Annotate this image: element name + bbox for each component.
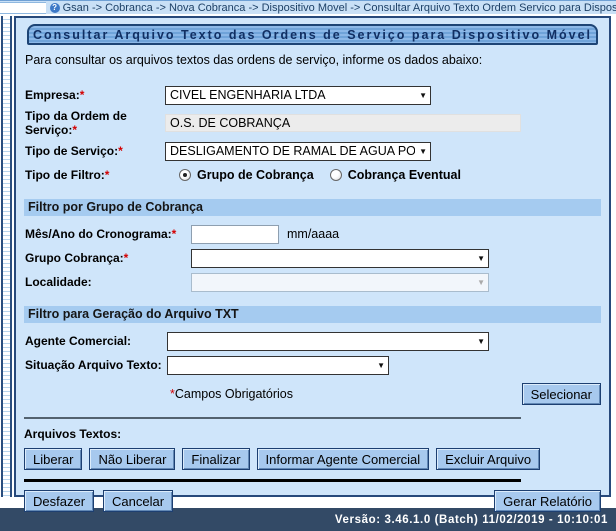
required-marker: * [118, 144, 123, 158]
required-fields-note: *Campos Obrigatórios [170, 387, 293, 401]
page-title: Consultar Arquivo Texto das Ordens de Se… [27, 24, 598, 45]
required-marker: * [80, 88, 85, 102]
arquivos-button-row: Liberar Não Liberar Finalizar Informar A… [24, 448, 602, 470]
chevron-down-icon: ▼ [477, 337, 485, 346]
agente-comercial-label: Agente Comercial: [25, 334, 167, 348]
nao-liberar-button[interactable]: Não Liberar [89, 448, 175, 470]
selecionar-button[interactable]: Selecionar [522, 383, 601, 405]
tipo-filtro-radio-group: Grupo de Cobrança Cobrança Eventual [179, 168, 477, 182]
help-icon[interactable]: ? [50, 3, 60, 13]
gerar-relatorio-button[interactable]: Gerar Relatório [494, 490, 601, 512]
excluir-arquivo-button[interactable]: Excluir Arquivo [436, 448, 540, 470]
agente-comercial-select[interactable]: ▼ [167, 332, 489, 351]
liberar-button[interactable]: Liberar [24, 448, 82, 470]
grupo-cobranca-select[interactable]: ▼ [191, 249, 489, 268]
arquivos-textos-label: Arquivos Textos: [24, 427, 602, 441]
version-text: Versão: 3.46.1.0 (Batch) 11/02/2019 - 10… [335, 514, 608, 526]
breadcrumb[interactable]: Gsan -> Cobranca -> Nova Cobranca -> Dis… [63, 2, 616, 14]
chevron-down-icon: ▼ [477, 254, 485, 263]
divider-thin [24, 417, 521, 419]
tipo-ordem-row: Tipo da Ordem de Serviço:* O.S. DE COBRA… [25, 109, 600, 137]
bottom-button-row: Desfazer Cancelar Gerar Relatório [24, 490, 601, 512]
tipo-ordem-readonly-field: O.S. DE COBRANÇA [165, 114, 521, 132]
cancelar-button[interactable]: Cancelar [103, 490, 173, 512]
empresa-selected-value: CIVEL ENGENHARIA LTDA [170, 88, 326, 102]
tipo-servico-select[interactable]: DESLIGAMENTO DE RAMAL DE AGUA POR ▼ [165, 142, 431, 161]
frame-grip[interactable] [1, 16, 12, 497]
situacao-arquivo-select[interactable]: ▼ [167, 356, 389, 375]
tipo-filtro-row: Tipo de Filtro:* Grupo de Cobrança Cobra… [25, 165, 600, 185]
agente-comercial-row: Agente Comercial: ▼ [25, 331, 600, 351]
chevron-down-icon: ▼ [419, 147, 427, 156]
desfazer-button[interactable]: Desfazer [24, 490, 94, 512]
localidade-select: ▼ [191, 273, 489, 292]
grupo-cobranca-label: Grupo Cobrança:* [25, 251, 191, 265]
intro-text: Para consultar os arquivos textos das or… [25, 53, 600, 67]
radio-grupo-de-cobranca-label: Grupo de Cobrança [197, 168, 314, 182]
mes-ano-input[interactable] [191, 225, 279, 244]
informar-agente-comercial-button[interactable]: Informar Agente Comercial [257, 448, 430, 470]
finalizar-button[interactable]: Finalizar [182, 448, 249, 470]
grupo-cobranca-row: Grupo Cobrança:* ▼ [25, 248, 600, 268]
chevron-down-icon: ▼ [477, 278, 485, 287]
situacao-arquivo-row: Situação Arquivo Texto: ▼ [25, 355, 600, 375]
main-panel: Consultar Arquivo Texto das Ordens de Se… [14, 16, 611, 497]
selecionar-row: *Campos Obrigatórios Selecionar [24, 383, 601, 405]
tipo-servico-label: Tipo de Serviço:* [25, 144, 165, 158]
topbar-left-cap [0, 2, 46, 14]
empresa-select[interactable]: CIVEL ENGENHARIA LTDA ▼ [165, 86, 431, 105]
mes-ano-row: Mês/Ano do Cronograma:* mm/aaaa [25, 224, 600, 244]
section-header-grupo-cobranca: Filtro por Grupo de Cobrança [24, 199, 601, 216]
empresa-row: Empresa:* CIVEL ENGENHARIA LTDA ▼ [25, 85, 600, 105]
chevron-down-icon: ▼ [419, 91, 427, 100]
required-marker: * [72, 123, 77, 137]
required-marker: * [105, 168, 110, 182]
breadcrumb-bar: ? Gsan -> Cobranca -> Nova Cobranca -> D… [0, 0, 616, 14]
tipo-ordem-label: Tipo da Ordem de Serviço:* [25, 109, 165, 137]
section-header-geracao-txt: Filtro para Geração do Arquivo TXT [24, 306, 601, 323]
empresa-label: Empresa:* [25, 88, 165, 102]
localidade-label: Localidade: [25, 275, 191, 289]
radio-cobranca-eventual[interactable] [330, 169, 342, 181]
mes-ano-label: Mês/Ano do Cronograma:* [25, 227, 191, 241]
tipo-servico-selected-value: DESLIGAMENTO DE RAMAL DE AGUA POR [170, 144, 415, 158]
mes-ano-hint: mm/aaaa [287, 227, 339, 241]
tipo-servico-row: Tipo de Serviço:* DESLIGAMENTO DE RAMAL … [25, 141, 600, 161]
required-marker: * [124, 251, 129, 265]
situacao-arquivo-label: Situação Arquivo Texto: [25, 358, 167, 372]
divider-thick [24, 479, 521, 482]
chevron-down-icon: ▼ [377, 361, 385, 370]
radio-cobranca-eventual-label: Cobrança Eventual [348, 168, 461, 182]
localidade-row: Localidade: ▼ [25, 272, 600, 292]
required-marker: * [172, 227, 177, 241]
radio-grupo-de-cobranca[interactable] [179, 169, 191, 181]
tipo-filtro-label: Tipo de Filtro:* [25, 168, 165, 182]
